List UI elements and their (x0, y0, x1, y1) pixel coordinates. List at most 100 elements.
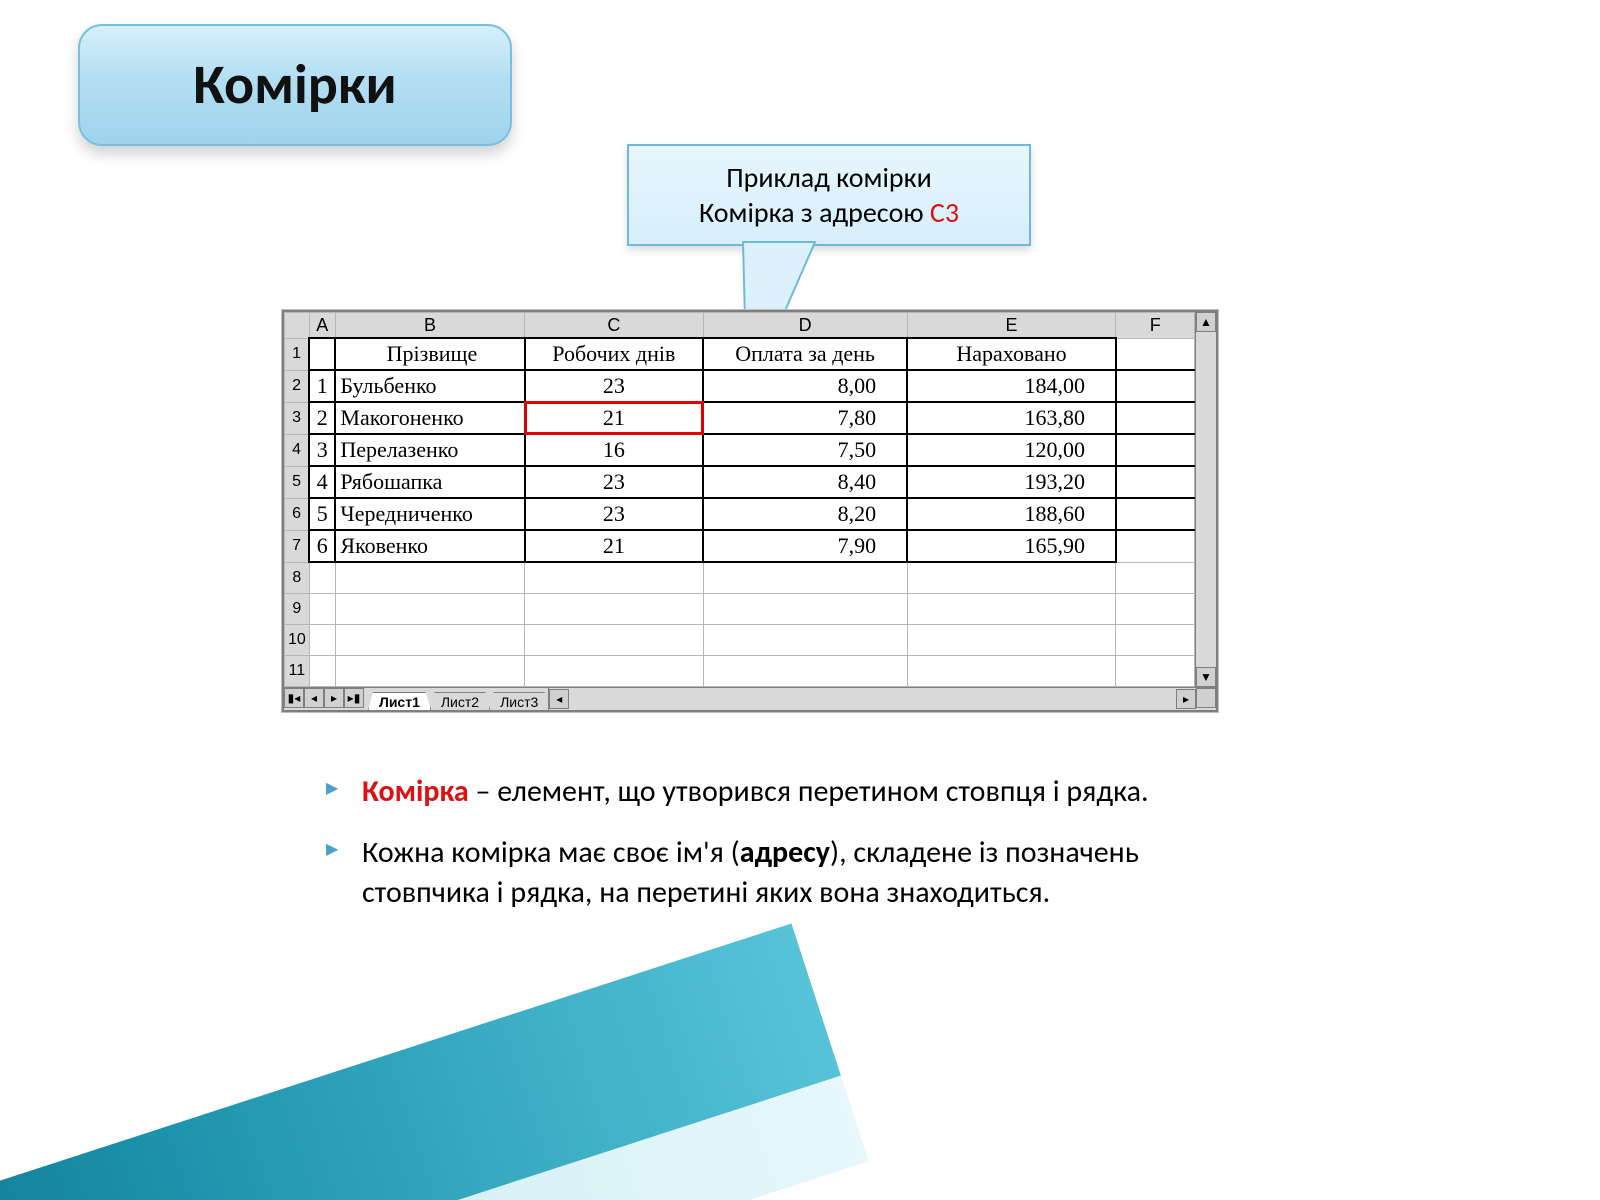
cell[interactable] (907, 562, 1116, 594)
cell[interactable] (309, 338, 335, 370)
sheet-tab[interactable]: Лист3 (489, 692, 549, 710)
cell[interactable]: 1 (309, 370, 335, 402)
cell[interactable] (703, 562, 907, 594)
cell[interactable] (907, 656, 1116, 687)
cell[interactable] (525, 625, 704, 656)
cell[interactable] (703, 594, 907, 625)
cell[interactable] (1116, 402, 1195, 434)
cell[interactable]: Прізвище (335, 338, 524, 370)
row-header[interactable]: 3 (285, 402, 310, 434)
vertical-scrollbar[interactable]: ▲ ▼ (1195, 312, 1216, 687)
cell[interactable] (1116, 562, 1195, 594)
table-row[interactable]: 8 (285, 562, 1195, 594)
cell[interactable]: Оплата за день (703, 338, 907, 370)
cell[interactable]: 23 (525, 370, 704, 402)
tab-nav-last-icon[interactable]: ▸▮ (344, 688, 364, 708)
col-header-A[interactable]: A (309, 313, 335, 339)
cell[interactable]: 193,20 (907, 466, 1116, 498)
table-row[interactable]: 11 (285, 656, 1195, 687)
col-header-B[interactable]: B (335, 313, 524, 339)
cell[interactable]: 7,90 (703, 530, 907, 562)
cell[interactable] (907, 594, 1116, 625)
cell[interactable]: Перелазенко (335, 434, 524, 466)
cell[interactable] (703, 625, 907, 656)
cell[interactable] (1116, 434, 1195, 466)
cell[interactable]: 8,40 (703, 466, 907, 498)
scroll-left-icon[interactable]: ◂ (549, 689, 569, 709)
cell[interactable]: 4 (309, 466, 335, 498)
sheet-tab[interactable]: Лист2 (430, 692, 490, 710)
cell[interactable] (309, 562, 335, 594)
cell[interactable]: 163,80 (907, 402, 1116, 434)
row-header[interactable]: 2 (285, 370, 310, 402)
cell[interactable] (525, 656, 704, 687)
cell[interactable] (1116, 594, 1195, 625)
table-row[interactable]: 3 2 Макогоненко 21 7,80 163,80 (285, 402, 1195, 434)
sheet-tab[interactable]: Лист1 (368, 692, 431, 710)
cell[interactable]: 120,00 (907, 434, 1116, 466)
table-row[interactable]: 5 4 Рябошапка 23 8,40 193,20 (285, 466, 1195, 498)
cell[interactable]: Робочих днів (525, 338, 704, 370)
cell[interactable] (907, 625, 1116, 656)
cell[interactable] (703, 656, 907, 687)
scroll-down-icon[interactable]: ▼ (1196, 667, 1216, 687)
table-row[interactable]: 10 (285, 625, 1195, 656)
cell[interactable]: 7,50 (703, 434, 907, 466)
scroll-up-icon[interactable]: ▲ (1196, 312, 1216, 332)
col-header-D[interactable]: D (703, 313, 907, 339)
row-header[interactable]: 1 (285, 338, 310, 370)
scroll-right-icon[interactable]: ▸ (1176, 689, 1196, 709)
cell[interactable]: 165,90 (907, 530, 1116, 562)
cell[interactable] (525, 594, 704, 625)
row-header[interactable]: 6 (285, 498, 310, 530)
cell[interactable]: 6 (309, 530, 335, 562)
cell[interactable] (1116, 498, 1195, 530)
cell[interactable] (525, 562, 704, 594)
table-row[interactable]: 4 3 Перелазенко 16 7,50 120,00 (285, 434, 1195, 466)
col-header-F[interactable]: F (1116, 313, 1195, 339)
cell[interactable]: 8,20 (703, 498, 907, 530)
cell[interactable] (335, 625, 524, 656)
cell[interactable] (1116, 625, 1195, 656)
row-header[interactable]: 5 (285, 466, 310, 498)
cell[interactable]: 21 (525, 530, 704, 562)
row-header[interactable]: 9 (285, 594, 310, 625)
col-header-E[interactable]: E (907, 313, 1116, 339)
cell[interactable]: 3 (309, 434, 335, 466)
cell[interactable] (335, 562, 524, 594)
cell[interactable] (335, 594, 524, 625)
table-row[interactable]: 2 1 Бульбенко 23 8,00 184,00 (285, 370, 1195, 402)
cell[interactable]: 23 (525, 466, 704, 498)
cell[interactable]: 184,00 (907, 370, 1116, 402)
table-row[interactable]: 1 Прізвище Робочих днів Оплата за день Н… (285, 338, 1195, 370)
select-all-corner[interactable] (285, 313, 310, 339)
col-header-C[interactable]: C (525, 313, 704, 339)
table-row[interactable]: 9 (285, 594, 1195, 625)
cell[interactable] (1116, 338, 1195, 370)
cell[interactable]: 8,00 (703, 370, 907, 402)
row-header[interactable]: 10 (285, 625, 310, 656)
cell[interactable]: 16 (525, 434, 704, 466)
cell[interactable] (309, 594, 335, 625)
column-header-row[interactable]: A B C D E F (285, 313, 1195, 339)
cell[interactable]: Рябошапка (335, 466, 524, 498)
horizontal-scrollbar[interactable]: ◂ ▸ (548, 688, 1196, 710)
table-row[interactable]: 6 5 Чередниченко 23 8,20 188,60 (285, 498, 1195, 530)
tab-nav-prev-icon[interactable]: ◂ (304, 688, 324, 708)
cell[interactable]: 188,60 (907, 498, 1116, 530)
cell[interactable]: Чередниченко (335, 498, 524, 530)
tab-nav-first-icon[interactable]: ▮◂ (284, 688, 304, 708)
cell[interactable]: Бульбенко (335, 370, 524, 402)
row-header[interactable]: 4 (285, 434, 310, 466)
cell[interactable]: 5 (309, 498, 335, 530)
cell[interactable]: Нараховано (907, 338, 1116, 370)
cell[interactable] (309, 625, 335, 656)
selected-cell-c3[interactable]: 21 (525, 402, 704, 434)
cell[interactable]: 2 (309, 402, 335, 434)
tab-nav-next-icon[interactable]: ▸ (324, 688, 344, 708)
cell[interactable]: Яковенко (335, 530, 524, 562)
cell[interactable] (335, 656, 524, 687)
cell[interactable] (309, 656, 335, 687)
cell[interactable]: 23 (525, 498, 704, 530)
row-header[interactable]: 7 (285, 530, 310, 562)
